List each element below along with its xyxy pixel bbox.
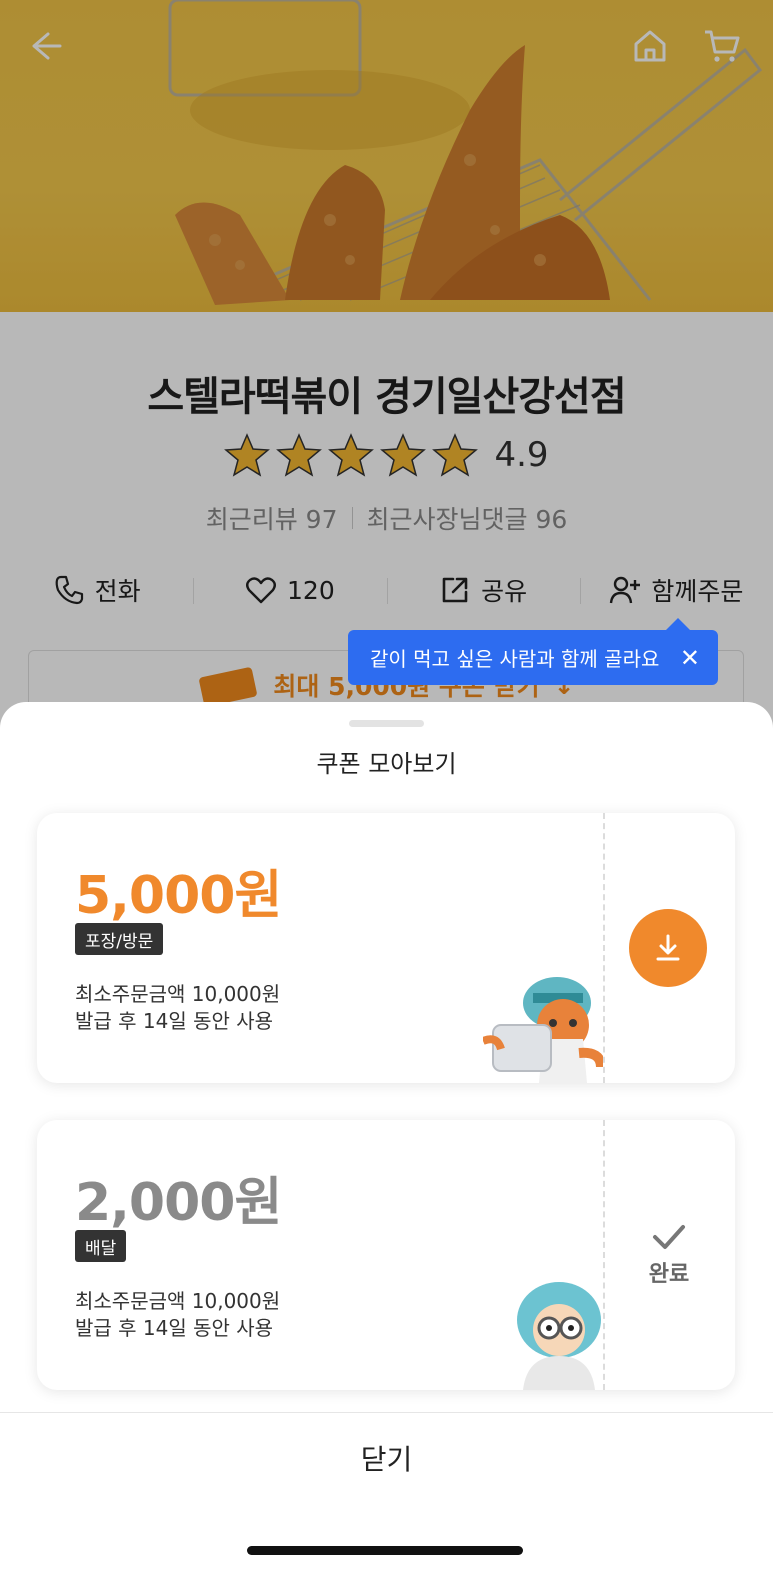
- coupon-download-button[interactable]: [629, 909, 707, 987]
- close-icon[interactable]: ✕: [680, 646, 700, 670]
- coupon-conditions: 최소주문금액 10,000원 발급 후 14일 동안 사용: [75, 981, 280, 1035]
- home-indicator[interactable]: [247, 1546, 523, 1555]
- coupon-card: 2,000원 배달 최소주문금액 10,000원 발급 후 14일 동안 사용 …: [37, 1120, 735, 1390]
- coupon-conditions: 최소주문금액 10,000원 발급 후 14일 동안 사용: [75, 1288, 280, 1342]
- coupon-perforation: [603, 813, 605, 1083]
- coupon-amount: 5,000원: [75, 866, 282, 926]
- coupon-min-order: 최소주문금액 10,000원: [75, 982, 281, 1006]
- scientist-mascot-illustration: [517, 1282, 601, 1390]
- coupon-bottom-sheet: 쿠폰 모아보기 5,000원 포장/방문 최소주문금액 10,000원 발급 후…: [0, 702, 773, 1583]
- cat-mascot-illustration: [483, 977, 603, 1083]
- download-icon: [656, 934, 680, 961]
- coupon-type-badge: 포장/방문: [75, 923, 164, 955]
- tooltip-text: 같이 먹고 싶은 사람과 함께 골라요: [370, 647, 660, 671]
- checkmark-icon: [653, 1225, 685, 1249]
- coupon-type-badge: 배달: [75, 1230, 127, 1262]
- sheet-title: 쿠폰 모아보기: [316, 750, 457, 778]
- coupon-validity: 발급 후 14일 동안 사용: [75, 1009, 274, 1033]
- coupon-amount: 2,000원: [75, 1173, 282, 1233]
- group-order-tooltip: 같이 먹고 싶은 사람과 함께 골라요 ✕: [348, 618, 718, 685]
- coupon-validity: 발급 후 14일 동안 사용: [75, 1316, 274, 1340]
- close-button[interactable]: 닫기: [0, 1413, 773, 1503]
- done-label: 완료: [648, 1262, 690, 1287]
- coupon-min-order: 최소주문금액 10,000원: [75, 1289, 281, 1313]
- coupon-done-status: 완료: [603, 1120, 735, 1390]
- coupon-card: 5,000원 포장/방문 최소주문금액 10,000원 발급 후 14일 동안 …: [37, 813, 735, 1083]
- drag-handle[interactable]: [349, 720, 424, 727]
